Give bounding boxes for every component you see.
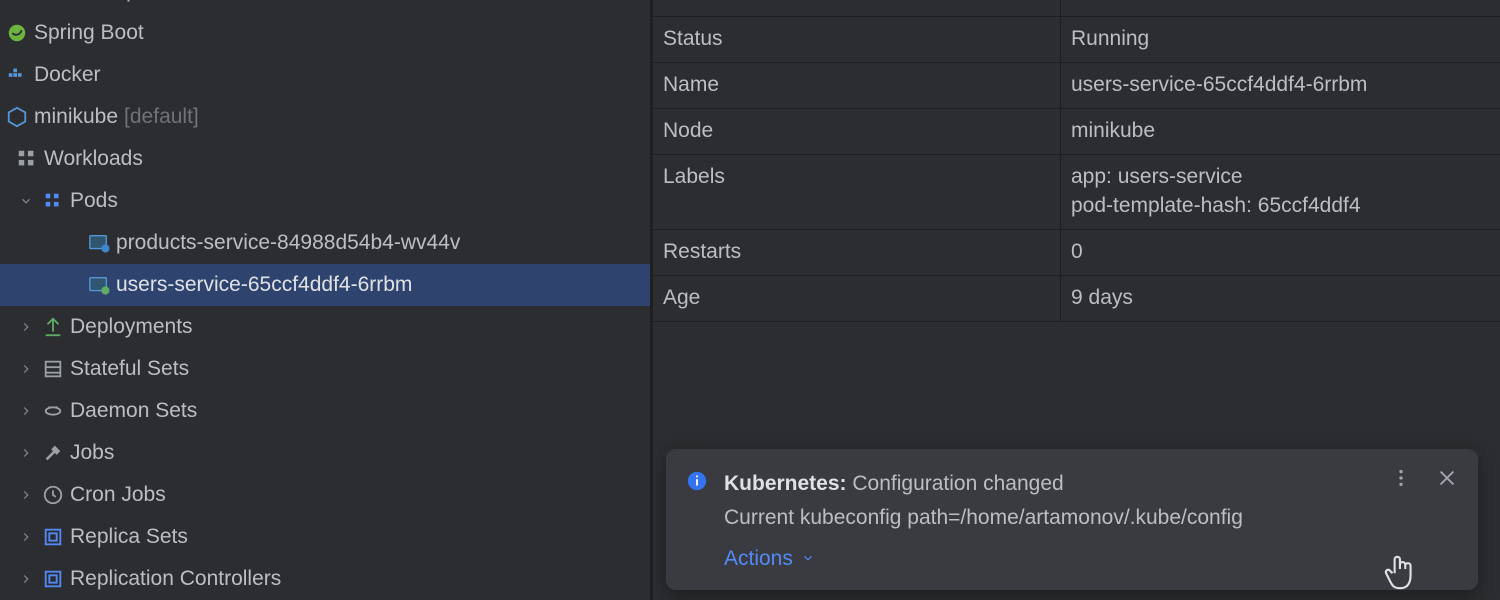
tree-label: users-service-65ccf4ddf4-6rrbm xyxy=(116,273,412,297)
chevron-right-icon xyxy=(16,569,36,589)
info-icon xyxy=(686,470,708,492)
toast-title-rest: Configuration changed xyxy=(847,472,1064,495)
tree-label: Spring Boot xyxy=(34,21,144,45)
toast-controls xyxy=(1390,467,1458,576)
cell-value: 9 days xyxy=(1061,276,1500,321)
chevron-right-icon xyxy=(16,485,36,505)
tree-item-pods[interactable]: Pods xyxy=(0,180,650,222)
tree-item-stateful-sets[interactable]: Stateful Sets xyxy=(0,348,650,390)
pod-icon xyxy=(88,232,110,254)
tree-item-http-request[interactable]: HTTP Request xyxy=(0,0,650,12)
chevron-right-icon xyxy=(16,359,36,379)
tree-item-cron-jobs[interactable]: Cron Jobs xyxy=(0,474,650,516)
chevron-right-icon xyxy=(16,527,36,547)
cell-key: Name xyxy=(653,63,1061,108)
column-header-value[interactable]: Value xyxy=(1061,0,1500,16)
chevron-down-icon xyxy=(801,542,815,576)
cell-value: users-service-65ccf4ddf4-6rrbm xyxy=(1061,63,1500,108)
cell-value: app: users-service pod-template-hash: 65… xyxy=(1061,155,1500,229)
context-default-tag: [default] xyxy=(124,105,199,129)
details-panel: Name Value Status Running Name users-ser… xyxy=(653,0,1500,600)
chevron-right-icon xyxy=(16,443,36,463)
tree-label: Docker xyxy=(34,63,101,87)
table-row[interactable]: Name users-service-65ccf4ddf4-6rrbm xyxy=(653,63,1500,109)
toast-title: Kubernetes: Configuration changed xyxy=(724,467,1374,501)
chevron-down-icon xyxy=(6,0,26,1)
cell-value: 0 xyxy=(1061,230,1500,275)
cell-key: Restarts xyxy=(653,230,1061,275)
label-line: app: users-service xyxy=(1071,163,1488,192)
tree-item-replica-sets[interactable]: Replica Sets xyxy=(0,516,650,558)
tree-label: Replica Sets xyxy=(70,525,188,549)
replication-controller-icon xyxy=(42,568,64,590)
tree-item-pod-users-service[interactable]: users-service-65ccf4ddf4-6rrbm xyxy=(0,264,650,306)
kubernetes-icon xyxy=(6,106,28,128)
deployment-icon xyxy=(42,316,64,338)
stateful-set-icon xyxy=(42,358,64,380)
close-icon[interactable] xyxy=(1436,467,1458,489)
column-header-name[interactable]: Name xyxy=(653,0,1061,16)
tree-item-minikube-context[interactable]: minikube [default] xyxy=(0,96,650,138)
cell-key: Node xyxy=(653,109,1061,154)
chevron-right-icon xyxy=(16,317,36,337)
toast-actions-link[interactable]: Actions xyxy=(724,542,815,576)
tree-item-jobs[interactable]: Jobs xyxy=(0,432,650,474)
docker-icon xyxy=(6,64,28,86)
tree-label: products-service-84988d54b4-wv44v xyxy=(116,231,460,255)
toast-title-prefix: Kubernetes: xyxy=(724,472,847,495)
tree-label: Jobs xyxy=(70,441,114,465)
cell-key: Labels xyxy=(653,155,1061,229)
grid-small-icon xyxy=(42,190,64,212)
chevron-down-icon xyxy=(16,191,36,211)
spring-icon xyxy=(6,22,28,44)
table-row[interactable]: Labels app: users-service pod-template-h… xyxy=(653,155,1500,230)
chevron-right-icon xyxy=(16,401,36,421)
replica-set-icon xyxy=(42,526,64,548)
tree-label: Daemon Sets xyxy=(70,399,197,423)
notification-toast: Kubernetes: Configuration changed Curren… xyxy=(666,449,1478,590)
tree-label: minikube xyxy=(34,105,118,129)
hammer-icon xyxy=(42,442,64,464)
tree-label: Deployments xyxy=(70,315,193,339)
tree-label: Replication Controllers xyxy=(70,567,281,591)
tree-label: Workloads xyxy=(44,147,143,171)
table-row[interactable]: Node minikube xyxy=(653,109,1500,155)
toast-message: Current kubeconfig path=/home/artamonov/… xyxy=(724,501,1374,535)
clock-icon xyxy=(42,484,64,506)
tree-item-deployments[interactable]: Deployments xyxy=(0,306,650,348)
tree-label: Cron Jobs xyxy=(70,483,166,507)
cell-value: minikube xyxy=(1061,109,1500,154)
label-line: pod-template-hash: 65ccf4ddf4 xyxy=(1071,192,1488,221)
pod-running-icon xyxy=(88,274,110,296)
tree-item-daemon-sets[interactable]: Daemon Sets xyxy=(0,390,650,432)
table-row[interactable]: Status Running xyxy=(653,17,1500,63)
tree-label: Stateful Sets xyxy=(70,357,189,381)
tree-label: Pods xyxy=(70,189,118,213)
grid-icon xyxy=(16,148,38,170)
tree-item-replication-controllers[interactable]: Replication Controllers xyxy=(0,558,650,600)
table-row[interactable]: Restarts 0 xyxy=(653,230,1500,276)
properties-table: Name Value Status Running Name users-ser… xyxy=(653,0,1500,322)
cell-value: Running xyxy=(1061,17,1500,62)
cell-key: Status xyxy=(653,17,1061,62)
services-tree: HTTP Request Spring Boot Docker minikube… xyxy=(0,0,650,600)
toast-actions-label: Actions xyxy=(724,542,793,576)
toast-body: Kubernetes: Configuration changed Curren… xyxy=(724,467,1374,576)
tree-item-pod-products-service[interactable]: products-service-84988d54b4-wv44v xyxy=(0,222,650,264)
cell-key: Age xyxy=(653,276,1061,321)
daemon-set-icon xyxy=(42,400,64,422)
table-row[interactable]: Age 9 days xyxy=(653,276,1500,322)
tree-label: HTTP Request xyxy=(32,0,171,3)
tree-item-workloads[interactable]: Workloads xyxy=(0,138,650,180)
tree-item-docker[interactable]: Docker xyxy=(0,54,650,96)
tree-item-spring-boot[interactable]: Spring Boot xyxy=(0,12,650,54)
table-header-row: Name Value xyxy=(653,0,1500,17)
more-options-icon[interactable] xyxy=(1390,467,1412,489)
